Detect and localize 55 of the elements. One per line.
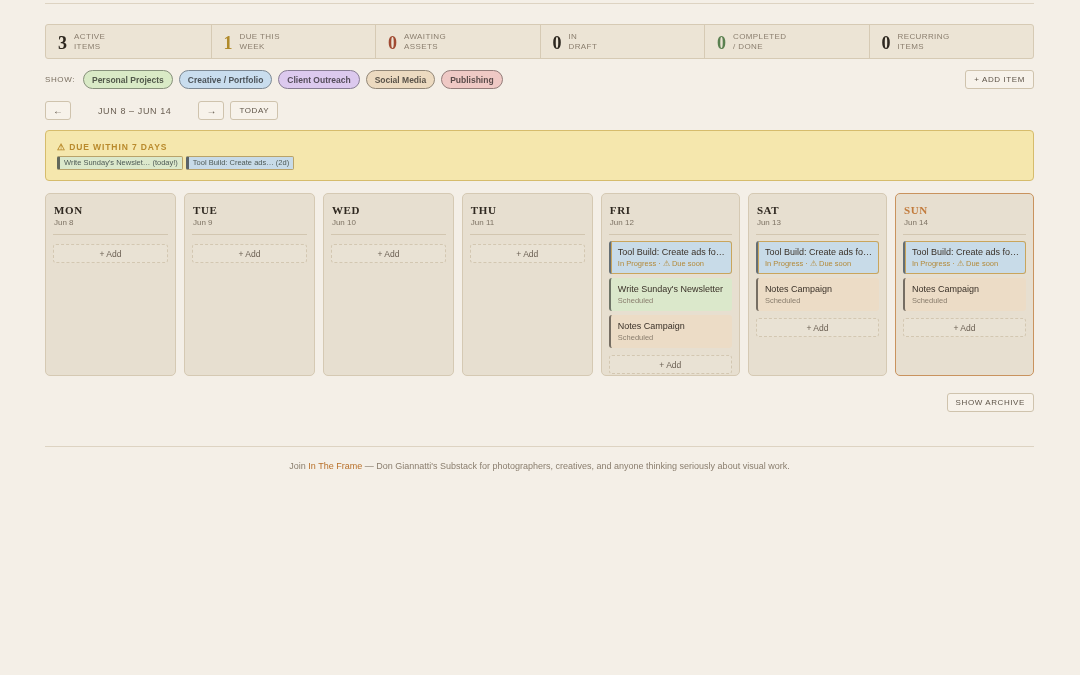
footer-text: Join In The Frame — Don Giannatti's Substack for photographers, creatives, and anyone thinking seriously about visual work. [288, 461, 791, 471]
day-name: MON [54, 203, 84, 217]
filter-label: SHOW: [45, 75, 75, 84]
filter-pill[interactable]: Creative / Portfolio [178, 70, 273, 89]
stat-value: 3 [58, 32, 67, 52]
stat-value: 0 [717, 32, 726, 52]
stat-label: IN DRAFT [568, 31, 598, 52]
day-date: Jun 12 [609, 217, 635, 228]
add-task-button[interactable]: + Add [53, 244, 168, 263]
day-date: Jun 11 [470, 217, 496, 228]
today-button[interactable]: TODAY [230, 101, 279, 120]
day-name: THU [470, 203, 498, 217]
task-title: Notes Campaign [911, 283, 980, 295]
newsletter-link[interactable]: In The Frame [308, 461, 363, 471]
day-date: Jun 13 [756, 217, 782, 228]
previous-week-button[interactable]: ← [45, 101, 71, 120]
stat-value: 0 [552, 32, 562, 52]
day-name: SAT [756, 203, 781, 217]
task-title: Notes Campaign [764, 283, 833, 295]
show-archive-button[interactable]: SHOW ARCHIVE [946, 393, 1034, 412]
stat-label: DUE THIS WEEK [239, 31, 280, 52]
stat-label: AWAITING ASSETS [404, 31, 447, 52]
task-title: Tool Build: Create ads fo… [764, 246, 872, 258]
task-title: Tool Build: Create ads fo… [617, 246, 725, 258]
filter-pill[interactable]: Social Media [365, 70, 436, 89]
add-task-button[interactable]: + Add [330, 244, 446, 263]
add-task-button[interactable]: + Add [902, 318, 1026, 337]
add-task-button[interactable]: + Add [469, 244, 585, 263]
stat-value: 0 [881, 32, 891, 52]
filter-pill[interactable]: Personal Projects [82, 70, 173, 89]
task-title: Notes Campaign [617, 320, 686, 332]
day-name: TUE [192, 203, 219, 217]
day-date: Jun 9 [192, 217, 214, 228]
stat-label: COMPLETED / DONE [733, 31, 787, 52]
day-name: SUN [903, 203, 929, 217]
filter-pill[interactable]: Client Outreach [278, 70, 360, 89]
day-date: Jun 8 [54, 217, 75, 228]
day-date: Jun 10 [331, 217, 357, 228]
banner-title: ⚠ DUE WITHIN 7 DAYS [57, 141, 169, 152]
task-title: Tool Build: Create ads fo… [911, 246, 1019, 258]
add-item-button[interactable]: + ADD ITEM [965, 70, 1034, 89]
day-date: Jun 14 [903, 217, 929, 228]
next-week-button[interactable]: → [198, 101, 225, 120]
day-name: FRI [609, 203, 632, 217]
task-title: Write Sunday's Newsletter [617, 283, 724, 295]
stat-label: ACTIVE ITEMS [74, 31, 106, 52]
stat-value: 1 [223, 32, 233, 52]
add-task-button[interactable]: + Add [755, 318, 879, 337]
stat-value: 0 [388, 32, 397, 52]
filter-pill[interactable]: Publishing [441, 70, 503, 89]
add-task-button[interactable]: + Add [608, 355, 732, 374]
date-range: JUN 8 – JUN 14 [98, 105, 172, 116]
stat-label: RECURRING ITEMS [897, 31, 950, 52]
day-name: WED [331, 203, 361, 217]
add-task-button[interactable]: + Add [191, 244, 307, 263]
